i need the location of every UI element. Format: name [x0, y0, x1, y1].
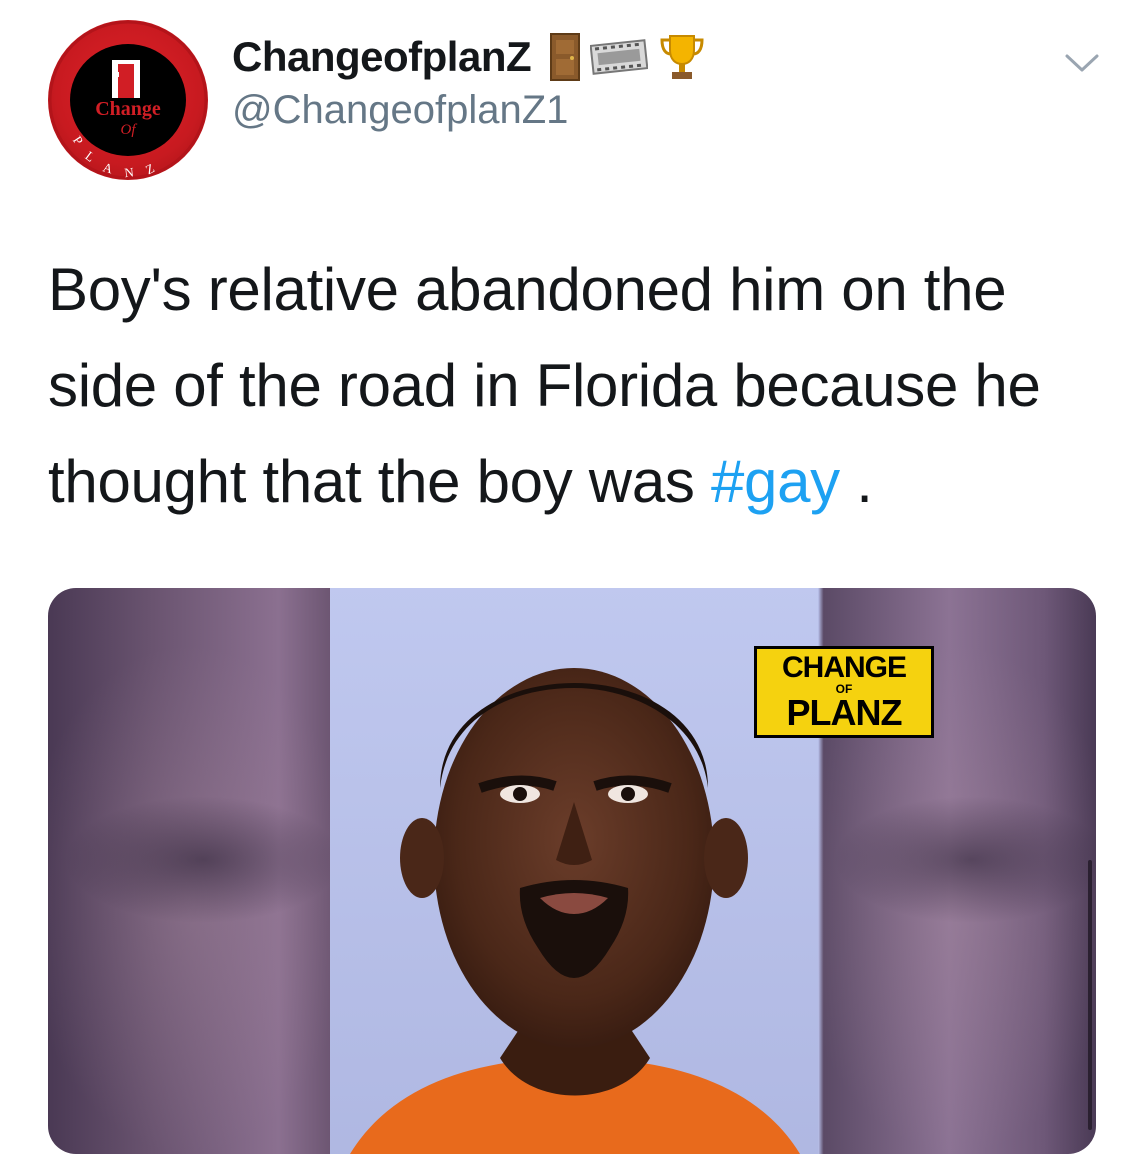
avatar-text-planz: PLANZ — [70, 133, 155, 180]
avatar-ring-text: PLANZ — [70, 133, 169, 180]
display-name[interactable]: ChangeofplanZ — [232, 33, 532, 81]
name-emojis — [549, 32, 706, 82]
chevron-down-icon[interactable] — [1064, 52, 1100, 74]
avatar[interactable]: Change Of PLANZ — [48, 20, 208, 180]
watermark-logo: CHANGE OF PLANZ — [754, 646, 934, 738]
watermark-line3: PLANZ — [786, 692, 903, 733]
tweet-text: Boy's relative abandoned him on the side… — [48, 242, 1108, 530]
watermark-line1: CHANGE — [781, 651, 907, 684]
tweet-body: Boy's relative abandoned him on the side… — [48, 256, 1041, 515]
user-info: ChangeofplanZ @ChangeofplanZ1 — [232, 32, 706, 133]
user-handle[interactable]: @ChangeofplanZ1 — [232, 88, 706, 133]
tweet-text-end: . — [839, 448, 873, 515]
scrollbar[interactable] — [1088, 860, 1092, 1130]
trophy-icon — [660, 35, 704, 79]
blurred-side-left — [48, 588, 330, 1154]
mugshot-photo — [330, 588, 818, 1154]
tweet-media-image[interactable]: CHANGE OF PLANZ — [48, 588, 1096, 1154]
svg-text:PLANZ: PLANZ — [70, 133, 169, 180]
door-icon — [549, 33, 580, 81]
film-icon — [589, 39, 648, 75]
hashtag-link[interactable]: #gay — [711, 448, 840, 515]
